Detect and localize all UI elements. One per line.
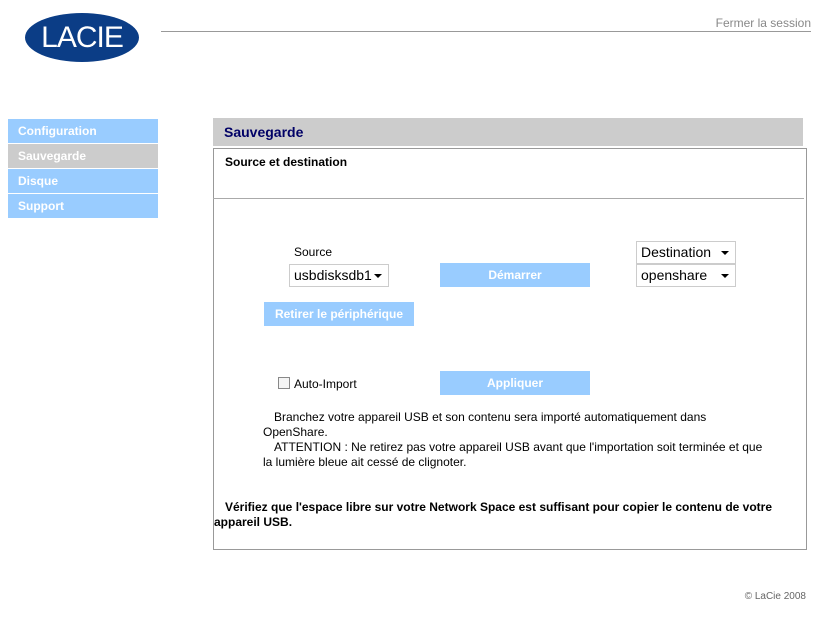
sidebar-item-sauvegarde[interactable]: Sauvegarde [8, 144, 158, 168]
start-button[interactable]: Démarrer [440, 263, 590, 287]
section-title: Source et destination [225, 155, 348, 169]
header-divider [161, 31, 811, 32]
source-select[interactable]: usbdisksdb1 [289, 264, 389, 287]
logo-text: LACIE [41, 20, 124, 54]
apply-button[interactable]: Appliquer [440, 371, 590, 395]
destination-select[interactable]: openshare [636, 264, 736, 287]
free-space-warning: Vérifiez que l'espace libre sur votre Ne… [214, 500, 773, 529]
section-divider [213, 198, 804, 199]
sidebar-item-disque[interactable]: Disque [8, 169, 158, 193]
copyright: © LaCie 2008 [744, 591, 806, 602]
destination-value: openshare [641, 267, 708, 283]
destination-type-select[interactable]: Destination [636, 241, 736, 264]
sidebar-item-support[interactable]: Support [8, 194, 158, 218]
info-text-import: Branchez votre appareil USB et son conte… [263, 410, 707, 439]
auto-import-label: Auto-Import [294, 377, 357, 391]
chevron-down-icon [721, 251, 729, 255]
page-title: Sauvegarde [213, 118, 803, 146]
lacie-logo: LACIE [25, 13, 139, 62]
auto-import-checkbox[interactable] [278, 377, 290, 389]
chevron-down-icon [721, 274, 729, 278]
info-text-warning: ATTENTION : Ne retirez pas votre apparei… [263, 440, 763, 469]
source-label: Source [294, 245, 333, 259]
logout-link[interactable]: Fermer la session [716, 16, 811, 30]
destination-label: Destination [641, 244, 712, 260]
source-value: usbdisksdb1 [294, 267, 372, 283]
content-panel [213, 148, 807, 550]
sidebar-item-configuration[interactable]: Configuration [8, 119, 158, 143]
chevron-down-icon [374, 274, 382, 278]
remove-device-button[interactable]: Retirer le périphérique [264, 302, 414, 326]
